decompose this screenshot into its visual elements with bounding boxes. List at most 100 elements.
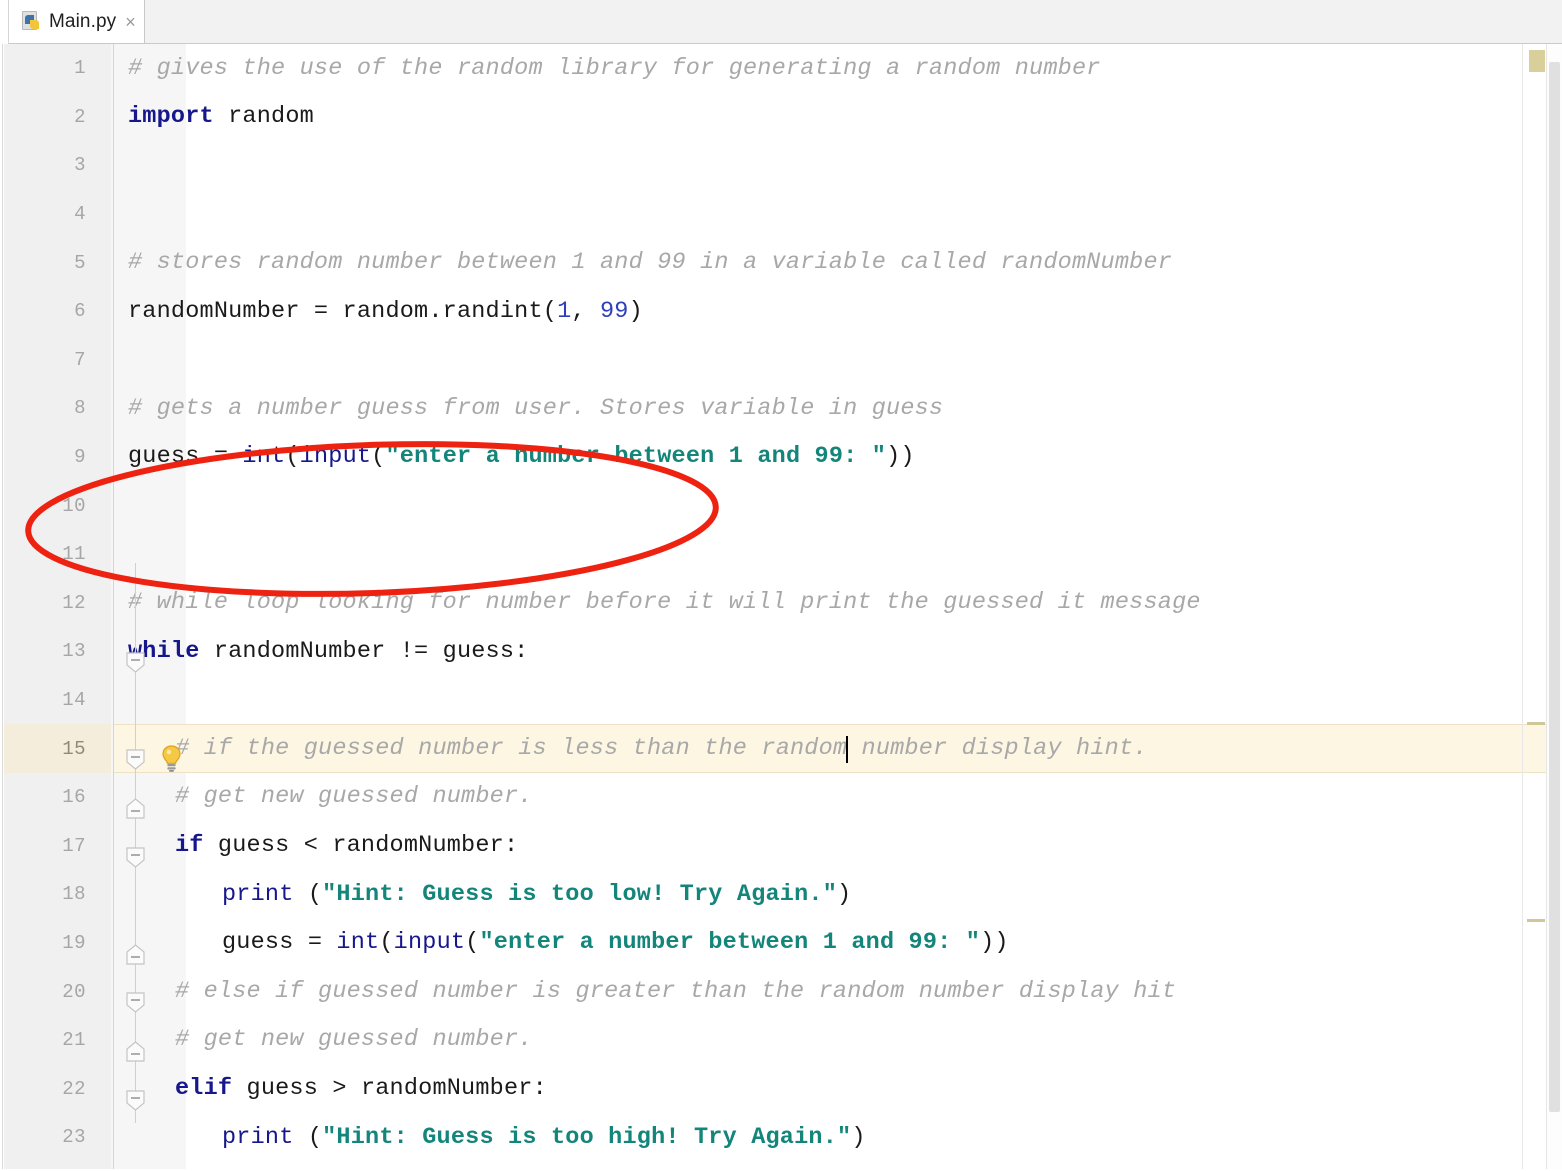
line-number[interactable]: 18 — [0, 870, 86, 919]
code-line-text[interactable]: print ("Hint: Guess is too low! Try Agai… — [222, 870, 851, 919]
line-number[interactable]: 15 — [0, 724, 86, 773]
token-plain: ) — [851, 1123, 866, 1151]
line-number[interactable]: 20 — [0, 967, 86, 1016]
code-line-text[interactable]: guess = int(input("enter a number betwee… — [222, 919, 1009, 968]
code-line-row[interactable]: 11 — [0, 530, 1562, 579]
line-number[interactable]: 5 — [0, 238, 86, 287]
line-number[interactable]: 14 — [0, 676, 86, 725]
code-line-row[interactable]: 21 # get new guessed number. — [0, 1016, 1562, 1065]
stripe-marker-todo[interactable] — [1529, 50, 1545, 72]
code-line-row[interactable]: 1 # gives the use of the random library f… — [0, 44, 1562, 93]
line-number[interactable]: 8 — [0, 384, 86, 433]
line-number[interactable]: 4 — [0, 190, 86, 239]
fold-collapse-icon[interactable] — [125, 846, 146, 868]
line-number[interactable]: 12 — [0, 579, 86, 628]
token-plain: random — [213, 103, 314, 131]
tab-bar-left-edge — [0, 0, 9, 44]
line-number[interactable]: 19 — [0, 919, 86, 968]
code-line-row[interactable]: 2 import random — [0, 93, 1562, 142]
code-line-text[interactable]: randomNumber = random.randint(1, 99) — [128, 287, 643, 336]
code-line-row[interactable]: 5 # stores random number between 1 and 99… — [0, 238, 1562, 287]
code-line-row[interactable]: 13 while randomNumber != guess: — [0, 627, 1562, 676]
code-line-text[interactable]: # get new guessed number. — [175, 1016, 533, 1065]
code-line-row[interactable]: 19 guess = int(input("enter a number betw… — [0, 919, 1562, 968]
code-line-row[interactable]: 20 # else if guessed number is greater th… — [0, 967, 1562, 1016]
token-plain: )) — [886, 443, 915, 471]
line-number[interactable]: 16 — [0, 773, 86, 822]
code-line-row[interactable]: 16 # get new guessed number. — [0, 773, 1562, 822]
scrollbar-thumb[interactable] — [1549, 62, 1560, 1112]
code-line-row[interactable]: 22 elif guess > randomNumber: — [0, 1064, 1562, 1113]
line-number[interactable]: 17 — [0, 822, 86, 871]
code-line-row[interactable]: 17 if guess < randomNumber: — [0, 822, 1562, 871]
code-line-row[interactable]: 15 # if the guessed number is less than t… — [0, 724, 1562, 773]
row-code-background — [114, 93, 1562, 142]
editor-tab-main-py[interactable]: Main.py × — [9, 0, 145, 43]
code-line-text[interactable]: if guess < randomNumber: — [175, 822, 518, 871]
fold-collapse-icon[interactable] — [125, 652, 146, 673]
line-number[interactable]: 13 — [0, 627, 86, 676]
token-comment: # while loop looking for number before i… — [128, 589, 1201, 617]
token-builtin: print — [222, 880, 294, 908]
token-plain: ( — [465, 929, 480, 957]
code-line-text[interactable]: while randomNumber != guess: — [128, 627, 528, 676]
code-line-row[interactable]: 12 # while loop looking for number before… — [0, 579, 1562, 628]
code-editor-area[interactable]: 1 # gives the use of the random library f… — [0, 44, 1562, 1171]
code-line-text[interactable]: # stores random number between 1 and 99 … — [128, 238, 1172, 287]
line-number[interactable]: 7 — [0, 336, 86, 385]
code-line-row[interactable]: 23 print ("Hint: Guess is too high! Try A… — [0, 1113, 1562, 1162]
line-number[interactable]: 6 — [0, 287, 86, 336]
stripe-marker-1[interactable] — [1527, 722, 1545, 725]
code-line-row[interactable]: 6 randomNumber = random.randint(1, 99) — [0, 287, 1562, 336]
token-plain: randomNumber = random.randint( — [128, 297, 558, 325]
code-line-text[interactable]: # if the guessed number is less than the… — [175, 724, 1148, 773]
fold-end-icon[interactable] — [125, 798, 146, 819]
vertical-scrollbar[interactable] — [1546, 44, 1562, 1171]
code-line-row[interactable]: 10 — [0, 481, 1562, 530]
token-str: "enter a number between 1 and 99: " — [385, 443, 887, 471]
line-number[interactable]: 9 — [0, 433, 86, 482]
python-file-icon — [22, 11, 42, 32]
code-line-row[interactable]: 4 — [0, 190, 1562, 239]
line-number[interactable]: 10 — [0, 481, 86, 530]
token-plain: guess = — [222, 929, 337, 957]
line-number[interactable]: 23 — [0, 1113, 86, 1162]
code-line-row[interactable]: 18 print ("Hint: Guess is too low! Try Ag… — [0, 870, 1562, 919]
fold-collapse-icon[interactable] — [125, 749, 146, 771]
code-line-text[interactable]: guess = int(input("enter a number betwee… — [128, 433, 915, 482]
error-stripe-markers[interactable] — [1523, 44, 1545, 1171]
code-line-text[interactable]: # get new guessed number. — [175, 773, 533, 822]
close-icon[interactable]: × — [125, 13, 136, 31]
code-line-row[interactable]: 14 — [0, 676, 1562, 725]
code-line-row[interactable]: 7 — [0, 336, 1562, 385]
token-kw: elif — [175, 1075, 233, 1103]
row-code-background — [114, 336, 1562, 385]
code-line-text[interactable]: # while loop looking for number before i… — [128, 579, 1201, 628]
code-line-text[interactable]: print ("Hint: Guess is too high! Try Aga… — [222, 1113, 866, 1162]
token-kw: import — [128, 103, 214, 131]
token-plain: guess > randomNumber: — [232, 1075, 547, 1103]
code-line-text[interactable]: # gives the use of the random library fo… — [128, 44, 1101, 93]
line-number[interactable]: 3 — [0, 141, 86, 190]
fold-collapse-icon[interactable] — [125, 992, 146, 1014]
line-number[interactable]: 22 — [0, 1064, 86, 1113]
code-line-row[interactable]: 9 guess = int(input("enter a number betwe… — [0, 433, 1562, 482]
line-number[interactable]: 1 — [0, 44, 86, 93]
fold-end-icon[interactable] — [125, 1041, 146, 1062]
code-line-text[interactable]: elif guess > randomNumber: — [175, 1064, 547, 1113]
code-line-row[interactable]: 8 # gets a number guess from user. Stores… — [0, 384, 1562, 433]
code-line-text[interactable]: # else if guessed number is greater than… — [175, 967, 1176, 1016]
editor-tab-bar: Main.py × — [0, 0, 1562, 44]
line-number[interactable]: 11 — [0, 530, 86, 579]
fold-end-icon[interactable] — [125, 944, 146, 965]
row-code-background — [114, 141, 1562, 190]
line-number[interactable]: 2 — [0, 93, 86, 142]
lightbulb-icon[interactable] — [159, 745, 184, 773]
code-line-text[interactable]: import random — [128, 93, 314, 142]
code-line-row[interactable]: 3 — [0, 141, 1562, 190]
line-number[interactable]: 21 — [0, 1016, 86, 1065]
code-line-text[interactable]: # gets a number guess from user. Stores … — [128, 384, 943, 433]
fold-collapse-icon[interactable] — [125, 1089, 146, 1111]
stripe-marker-2[interactable] — [1527, 919, 1545, 922]
token-plain: randomNumber != guess: — [199, 637, 529, 665]
